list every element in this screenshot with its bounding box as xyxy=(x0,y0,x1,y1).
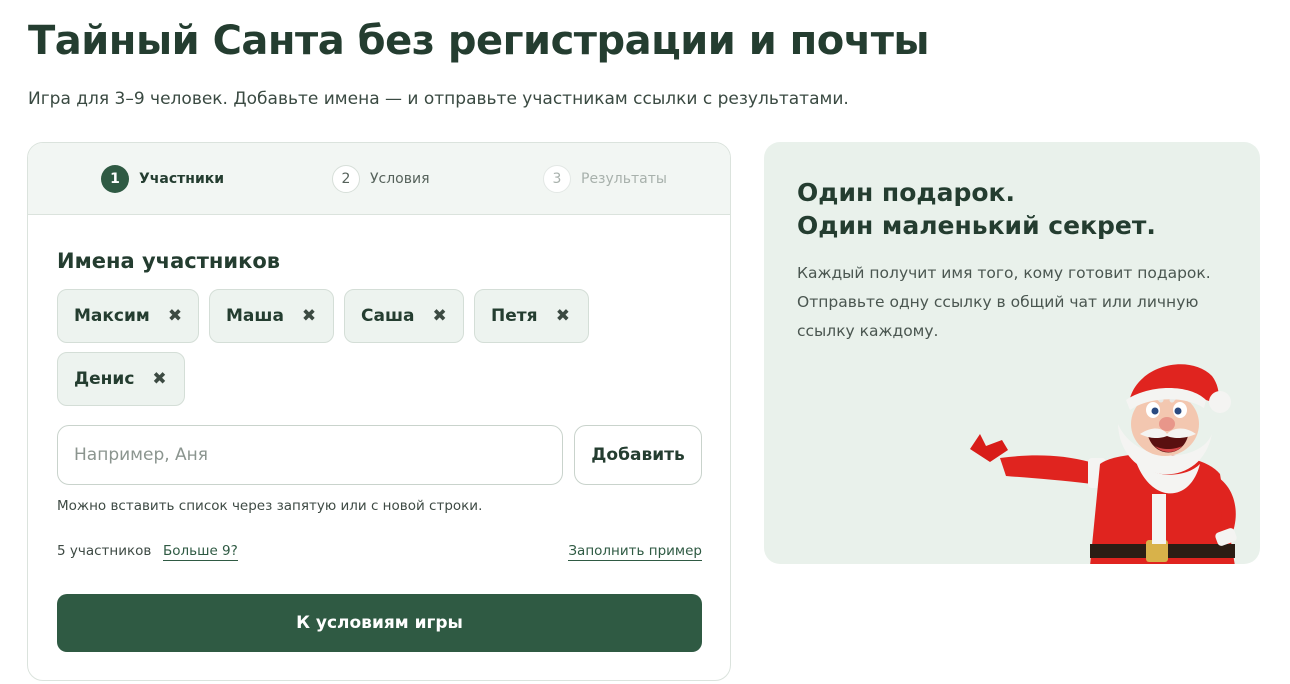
step-label: Условия xyxy=(370,171,430,187)
promo-heading-line: Один подарок. xyxy=(797,178,1015,207)
step-number: 3 xyxy=(543,165,571,193)
santa-illustration xyxy=(970,364,1237,564)
remove-icon[interactable]: ✖ xyxy=(168,306,182,326)
fill-example-link[interactable]: Заполнить пример xyxy=(568,543,702,561)
step-label: Участники xyxy=(139,171,225,187)
participant-chip: Маша ✖ xyxy=(209,289,334,343)
participant-chip: Петя ✖ xyxy=(474,289,589,343)
more-than-nine-link[interactable]: Больше 9? xyxy=(163,543,238,561)
input-hint: Можно вставить список через запятую или … xyxy=(57,498,483,514)
promo-card: Один подарок. Один маленький секрет. Каж… xyxy=(764,142,1260,564)
participant-chip: Денис ✖ xyxy=(57,352,185,406)
step-conditions[interactable]: 2 Условия xyxy=(332,165,430,193)
promo-text: Каждый получит имя того, кому готовит по… xyxy=(797,264,1211,340)
page-subtitle: Игра для 3–9 человек. Добавьте имена — и… xyxy=(28,89,849,109)
remove-icon[interactable]: ✖ xyxy=(152,369,166,389)
participant-name: Маша xyxy=(226,306,284,326)
step-number: 1 xyxy=(101,165,129,193)
participant-name: Денис xyxy=(74,369,135,389)
step-number: 2 xyxy=(332,165,360,193)
step-label: Результаты xyxy=(581,171,667,187)
participant-name: Саша xyxy=(361,306,415,326)
remove-icon[interactable]: ✖ xyxy=(432,306,446,326)
stepper: 1 Участники 2 Условия 3 Результаты xyxy=(28,143,730,215)
step-results: 3 Результаты xyxy=(543,165,667,193)
participants-card: 1 Участники 2 Условия 3 Результаты Имена… xyxy=(27,142,731,681)
participant-name: Максим xyxy=(74,306,150,326)
participant-chip: Саша ✖ xyxy=(344,289,464,343)
name-input[interactable] xyxy=(57,425,563,485)
step-participants[interactable]: 1 Участники xyxy=(101,165,224,193)
next-step-button[interactable]: К условиям игры xyxy=(57,594,702,652)
participants-heading: Имена участников xyxy=(57,249,281,273)
add-button[interactable]: Добавить xyxy=(574,425,702,485)
participant-name: Петя xyxy=(491,306,538,326)
remove-icon[interactable]: ✖ xyxy=(556,306,570,326)
remove-icon[interactable]: ✖ xyxy=(302,306,316,326)
promo-heading: Один подарок. Один маленький секрет. xyxy=(797,176,1156,242)
participant-chip: Максим ✖ xyxy=(57,289,199,343)
participant-count: 5 участников xyxy=(57,543,152,559)
page-title: Тайный Санта без регистрации и почты xyxy=(28,18,930,64)
promo-heading-line: Один маленький секрет. xyxy=(797,211,1156,240)
